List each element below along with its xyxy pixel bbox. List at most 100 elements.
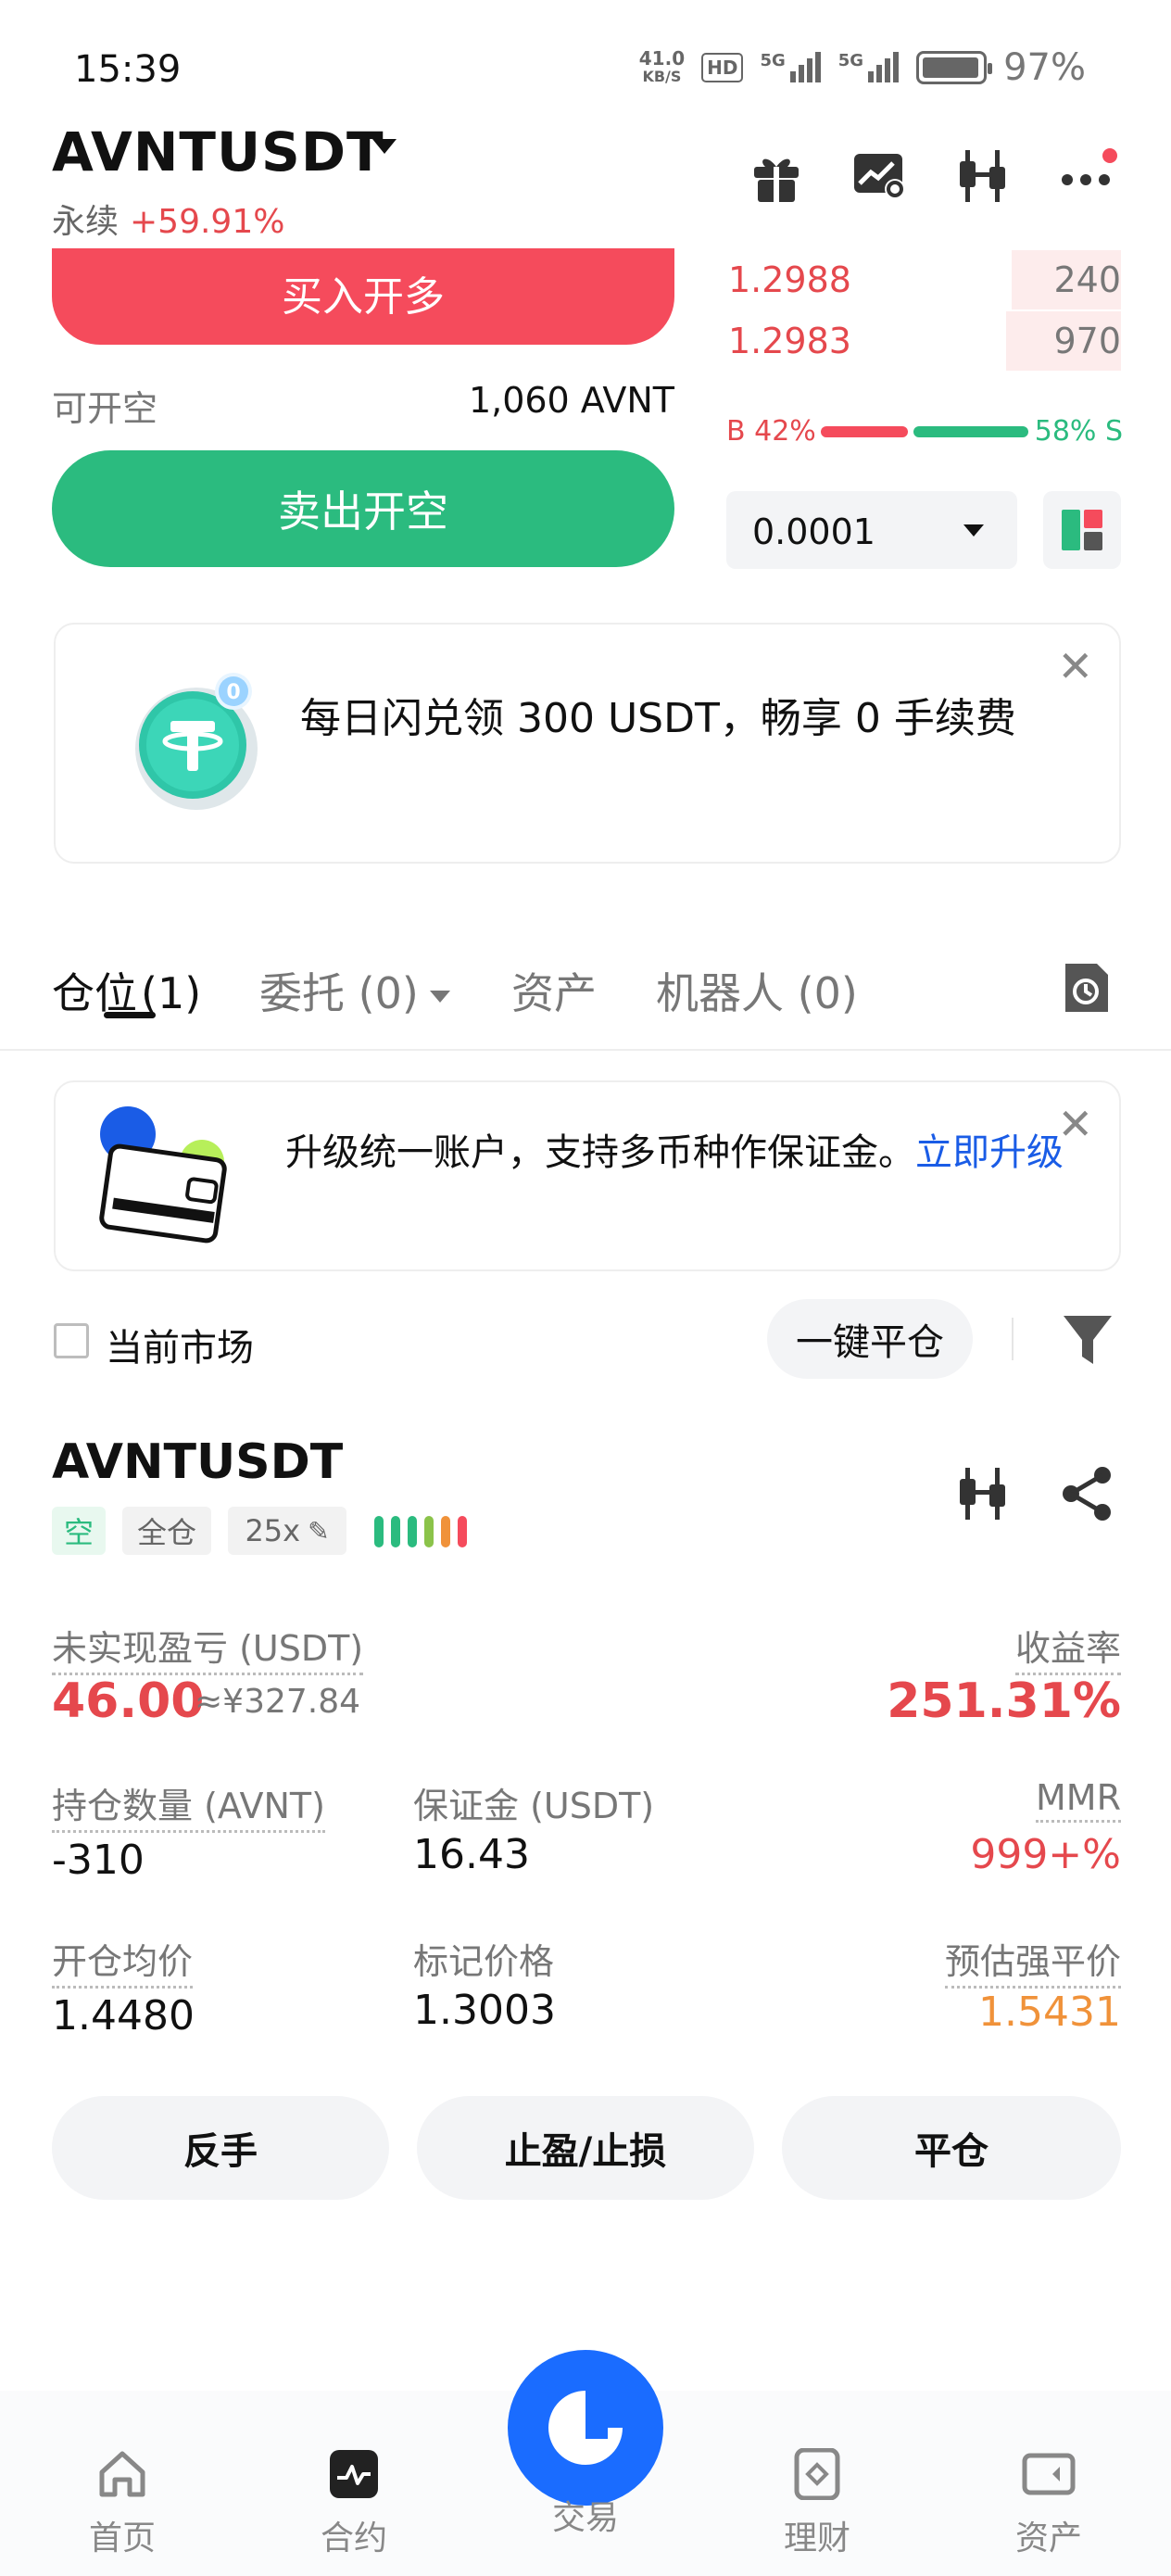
tab-bots[interactable]: 机器人 (0)	[656, 960, 858, 1021]
buy-ratio: B 42%	[726, 415, 816, 448]
wallet-icon	[1022, 2453, 1076, 2495]
tabs-divider	[0, 1049, 1171, 1051]
ask-qty: 970	[1053, 321, 1121, 361]
tab-underline	[104, 1012, 156, 1018]
current-market-checkbox[interactable]	[54, 1323, 89, 1358]
sell-ratio-bar	[913, 426, 1028, 437]
nav-label: 资产	[1014, 2519, 1082, 2557]
entry-price-label[interactable]: 开仓均价	[52, 1933, 194, 1989]
sell-ratio: 58% S	[1034, 415, 1123, 448]
open-short-label: 可开空	[52, 388, 158, 429]
nav-label: 首页	[88, 2519, 156, 2557]
symbol-title[interactable]: AVNTUSDT	[52, 120, 384, 183]
nav-label: 理财	[783, 2519, 850, 2557]
current-market-label[interactable]: 当前市场	[106, 1318, 254, 1371]
battery-icon	[916, 51, 993, 84]
buy-long-button[interactable]: 买入开多	[52, 248, 674, 345]
orderbook-ask-row[interactable]: 1.2983 970	[728, 311, 1121, 371]
orderbook-ask-row[interactable]: 1.2988 240	[728, 250, 1121, 309]
nav-label: 合约	[320, 2519, 387, 2557]
sell-short-button[interactable]: 卖出开空	[52, 450, 674, 567]
price-step-select[interactable]: 0.0001	[726, 491, 1017, 569]
promo-card[interactable]: 0 每日闪兑领 300 USDT，畅享 0 手续费 ✕	[54, 623, 1121, 864]
mark-price-label: 标记价格	[413, 1941, 555, 1982]
side-tag: 空	[52, 1507, 106, 1555]
upgrade-link[interactable]: 立即升级	[915, 1131, 1064, 1174]
nav-assets[interactable]: 资产	[965, 2448, 1132, 2559]
upnl-value: 46.00	[52, 1673, 205, 1729]
history-icon[interactable]	[1060, 960, 1112, 1019]
ask-qty: 240	[1053, 259, 1121, 300]
nav-home[interactable]: 首页	[39, 2448, 206, 2559]
share-icon[interactable]	[1058, 1464, 1117, 1527]
leverage-tag[interactable]: 25x ✎	[228, 1507, 346, 1555]
margin-value: 16.43	[413, 1831, 530, 1878]
close-icon[interactable]: ✕	[1057, 1099, 1093, 1149]
chevron-down-icon	[963, 524, 984, 537]
wallet-icon	[91, 1106, 248, 1249]
futures-icon	[330, 2450, 378, 2498]
usdt-coin-icon: 0	[130, 671, 269, 814]
promo-badge: 0	[226, 681, 240, 704]
entry-price-value: 1.4480	[52, 1992, 195, 2039]
candlestick-icon[interactable]	[954, 146, 1014, 206]
signal-bars-icon	[868, 52, 900, 82]
risk-bar	[391, 1516, 400, 1547]
net-speed-unit: KB/S	[642, 68, 682, 85]
risk-bar	[374, 1516, 384, 1547]
divider	[1012, 1318, 1014, 1360]
roe-label[interactable]: 收益率	[1014, 1620, 1121, 1675]
price-step-value: 0.0001	[752, 511, 875, 552]
buy-ratio-bar	[821, 426, 908, 437]
liq-price-value: 1.5431	[978, 1989, 1121, 2036]
candlestick-icon[interactable]	[954, 1464, 1014, 1527]
liq-price-label[interactable]: 预估强平价	[944, 1933, 1121, 1989]
close-all-button[interactable]: 一键平仓	[767, 1299, 973, 1379]
promo-text: 每日闪兑领 300 USDT，畅享 0 手续费	[300, 695, 1016, 742]
status-icons: 41.0 KB/S HD 5G 5G 97%	[639, 46, 1086, 89]
size-label[interactable]: 持仓数量 (AVNT)	[52, 1777, 325, 1833]
filter-icon[interactable]	[1060, 1310, 1115, 1373]
trade-fab-button[interactable]	[508, 2350, 663, 2506]
edit-icon: ✎	[308, 1515, 330, 1547]
buy-sell-ratio: B 42% 58% S	[726, 415, 1123, 452]
close-icon[interactable]: ✕	[1057, 641, 1093, 691]
more-icon[interactable]	[1058, 146, 1117, 206]
chevron-down-icon	[429, 991, 450, 1003]
trade-icon	[548, 2391, 623, 2465]
nav-futures[interactable]: 合约	[271, 2448, 437, 2559]
nav-label: 交易	[551, 2499, 619, 2537]
risk-bar	[408, 1516, 417, 1547]
margin-mode-tag: 全仓	[122, 1507, 211, 1555]
signal-1: 5G	[760, 51, 821, 84]
upgrade-card[interactable]: 升级统一账户，支持多币种作保证金。立即升级 ✕	[54, 1080, 1121, 1271]
net-speed-value: 41.0	[638, 47, 686, 69]
nav-trade[interactable]: 交易	[502, 2483, 669, 2539]
upnl-cny: ≈¥327.84	[195, 1683, 361, 1721]
reverse-button[interactable]: 反手	[52, 2096, 389, 2200]
orderbook-layout-button[interactable]	[1043, 491, 1121, 569]
symbol-dropdown-icon[interactable]	[372, 139, 397, 154]
margin-label: 保证金 (USDT)	[413, 1786, 655, 1826]
battery-percent: 97%	[1003, 46, 1086, 89]
mmr-label[interactable]: MMR	[1036, 1777, 1121, 1823]
upnl-label[interactable]: 未实现盈亏 (USDT)	[52, 1620, 364, 1675]
tab-assets[interactable]: 资产	[511, 960, 597, 1021]
risk-bar	[458, 1516, 467, 1547]
ask-price: 1.2988	[728, 259, 851, 300]
gift-icon[interactable]	[747, 146, 806, 206]
mark-price-value: 1.3003	[413, 1987, 556, 2034]
home-icon	[99, 2451, 145, 2497]
signal-2: 5G	[838, 51, 900, 84]
net-speed: 41.0 KB/S	[639, 49, 685, 86]
chart-settings-icon[interactable]	[850, 146, 910, 206]
contract-type: 永续	[52, 203, 120, 241]
tab-orders[interactable]: 委托 (0)	[259, 960, 450, 1021]
tpsl-button[interactable]: 止盈/止损	[417, 2096, 754, 2200]
nav-earn[interactable]: 理财	[734, 2447, 900, 2559]
position-symbol[interactable]: AVNTUSDT	[52, 1434, 343, 1490]
upgrade-text: 升级统一账户，支持多币种作保证金。立即升级	[285, 1131, 1064, 1174]
close-position-button[interactable]: 平仓	[782, 2096, 1121, 2200]
earn-icon	[794, 2447, 840, 2501]
status-time: 15:39	[74, 48, 182, 91]
